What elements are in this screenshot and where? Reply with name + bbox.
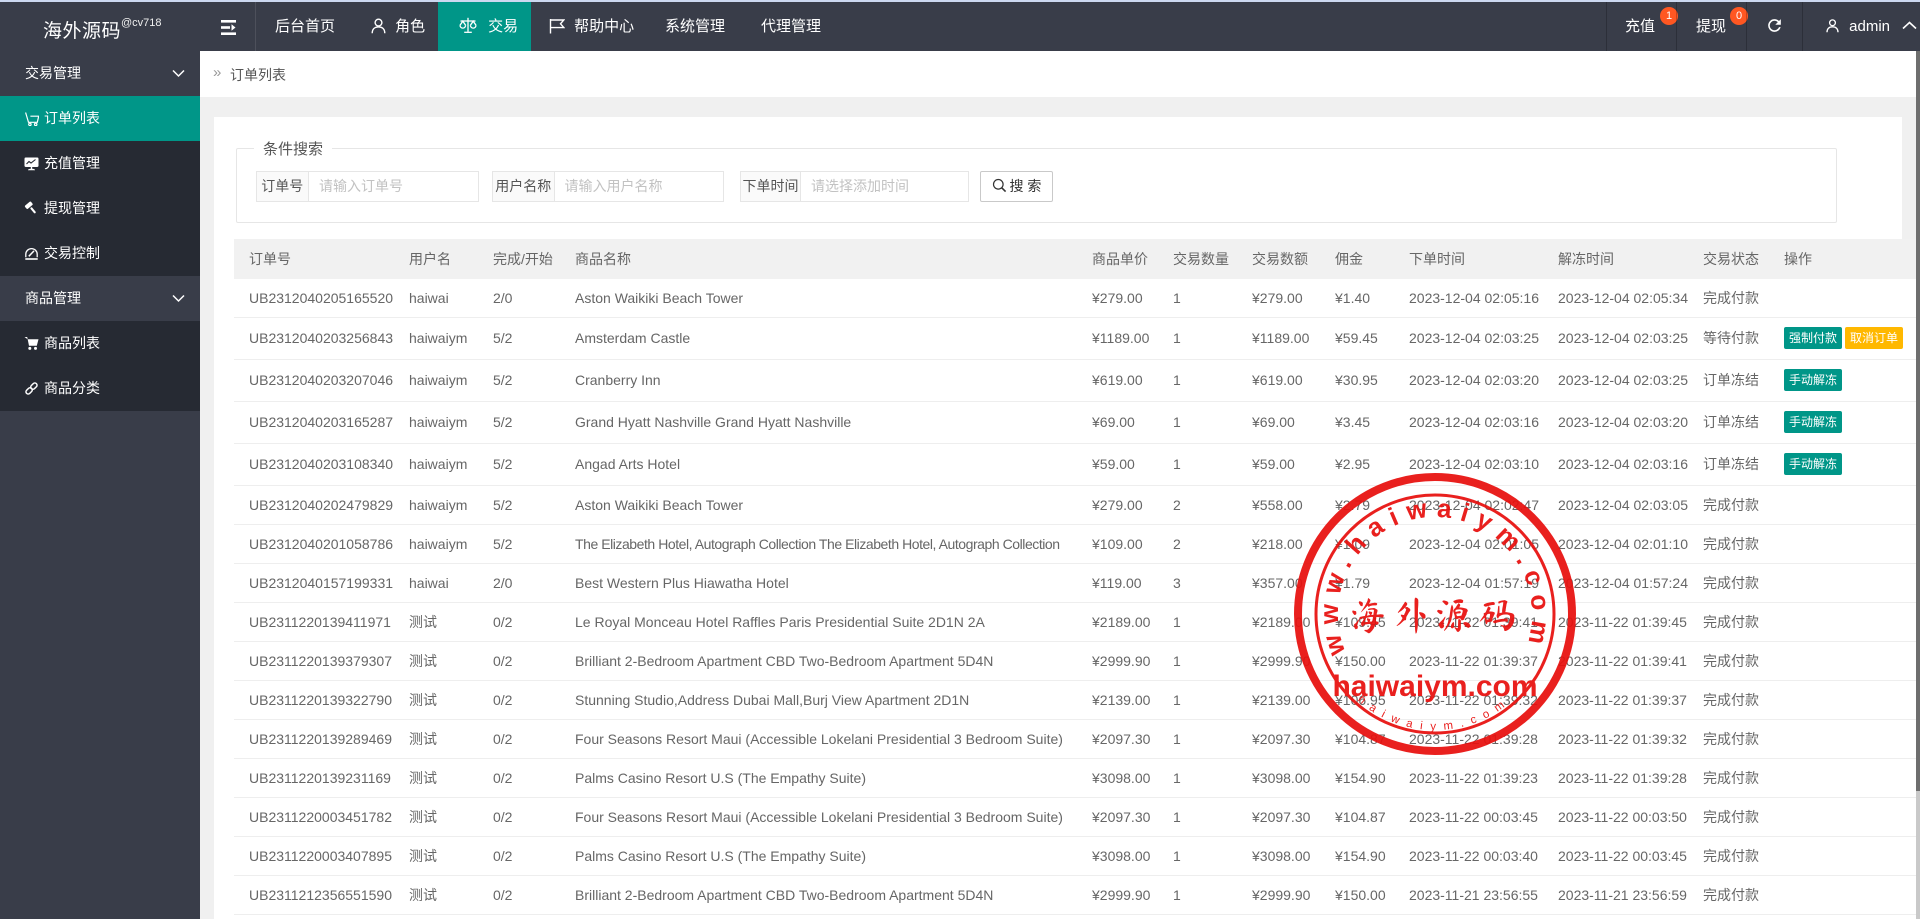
svg-text:海外源码: 海外源码 (1349, 596, 1521, 634)
svg-text:www.haiwaiym.com: www.haiwaiym.com (1314, 493, 1556, 660)
